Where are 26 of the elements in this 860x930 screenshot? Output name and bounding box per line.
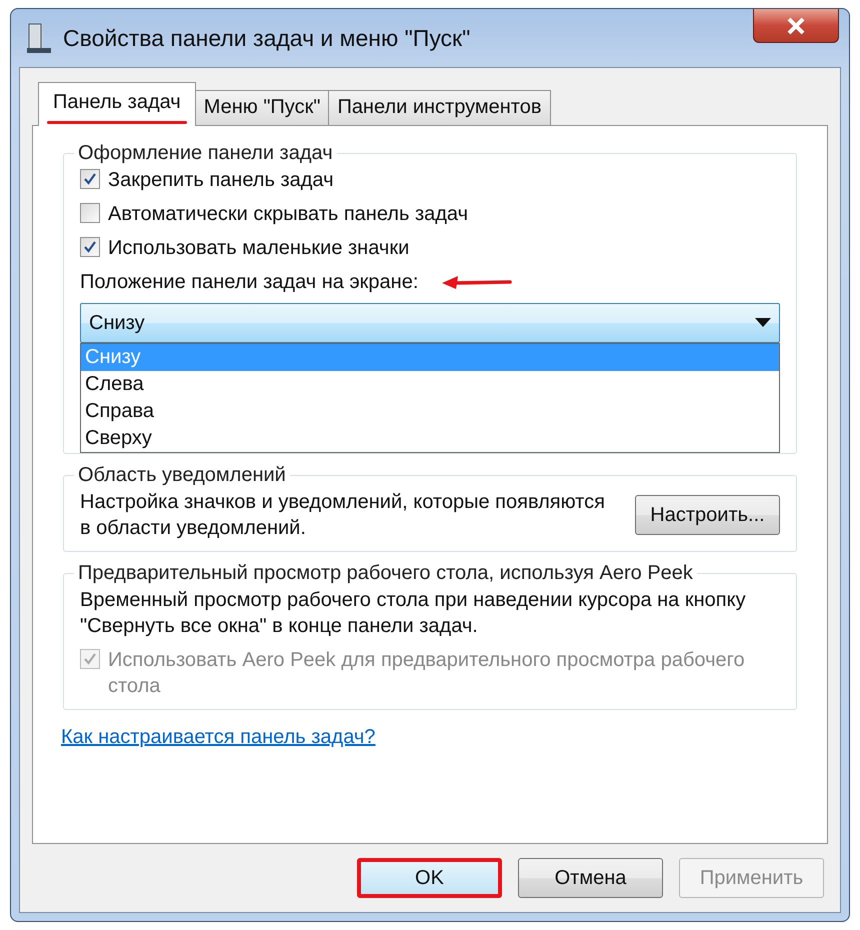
notification-description: Настройка значков и уведомлений, которые появляются в области уведомлений. bbox=[80, 490, 606, 541]
tab[interactable]: Панель задач bbox=[38, 82, 196, 126]
tab[interactable]: Панели инструментов bbox=[328, 90, 550, 126]
taskbar-icon bbox=[25, 22, 53, 54]
position-dropdown[interactable]: Снизу bbox=[80, 303, 780, 343]
dialog-button[interactable]: OK bbox=[357, 858, 502, 898]
checkbox-label: Автоматически скрывать панель задач bbox=[108, 202, 468, 227]
checkbox-label: Закрепить панель задач bbox=[108, 168, 334, 193]
dialog-button[interactable]: Отмена bbox=[518, 858, 663, 898]
help-link[interactable]: Как настраивается панель задач? bbox=[61, 726, 807, 749]
customize-button[interactable]: Настроить... bbox=[635, 495, 780, 535]
position-label: Положение панели задач на экране: bbox=[80, 270, 418, 295]
tab[interactable]: Меню "Пуск" bbox=[194, 90, 330, 126]
window-title: Свойства панели задач и меню "Пуск" bbox=[63, 24, 472, 52]
checkbox-label: Использовать Aero Peek для предварительного просмотра рабочего стола bbox=[108, 648, 746, 699]
checkbox[interactable] bbox=[80, 169, 100, 189]
checkbox[interactable] bbox=[80, 237, 100, 257]
group-title: Оформление панели задач bbox=[77, 142, 334, 165]
group-title: Предварительный просмотр рабочего стола, используя Aero Peek bbox=[77, 562, 694, 585]
checkbox-label: Использовать маленькие значки bbox=[108, 236, 410, 261]
close-button[interactable] bbox=[753, 9, 839, 43]
peek-description: Временный просмотр рабочего стола при наведении курсора на кнопку "Свернуть все окна" в конце панели задач. bbox=[80, 588, 747, 639]
checkbox[interactable] bbox=[80, 203, 100, 223]
close-icon bbox=[786, 16, 806, 34]
group-title: Область уведомлений bbox=[77, 464, 287, 487]
dropdown-caret-icon bbox=[755, 318, 771, 328]
